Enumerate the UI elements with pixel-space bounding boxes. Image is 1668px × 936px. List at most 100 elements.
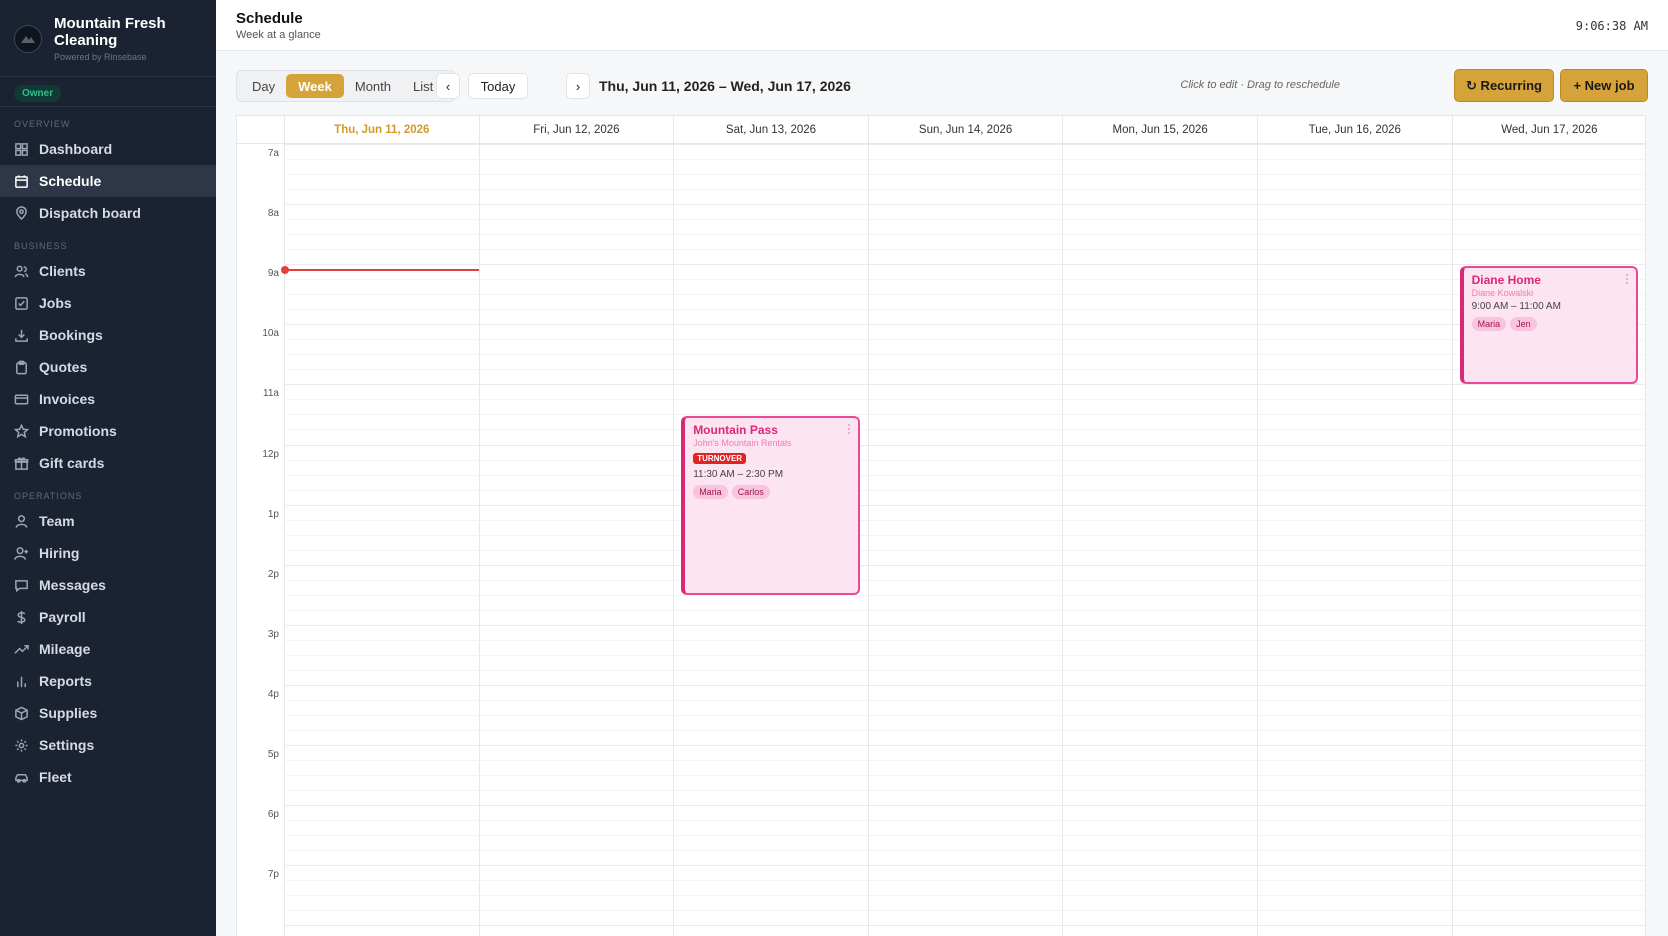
today-button[interactable]: Today <box>468 73 528 99</box>
sidebar-item-promotions[interactable]: Promotions <box>0 415 216 447</box>
date-range-label: Thu, Jun 11, 2026 – Wed, Jun 17, 2026 <box>599 78 851 94</box>
recurring-button[interactable]: ↻ Recurring <box>1454 69 1554 102</box>
sidebar-item-supplies[interactable]: Supplies <box>0 697 216 729</box>
hour-gridline <box>284 865 1645 867</box>
trending-up-icon <box>14 644 29 654</box>
new-job-button[interactable]: + New job <box>1560 69 1648 102</box>
hour-gridline <box>284 384 1645 386</box>
day-header: Tue, Jun 16, 2026 <box>1257 116 1452 144</box>
sidebar-item-messages[interactable]: Messages <box>0 569 216 601</box>
brand-name-line2: Cleaning <box>54 32 118 49</box>
hour-label: 2p <box>267 568 279 580</box>
prev-week-button[interactable]: ‹ <box>436 73 460 99</box>
day-header: Sun, Jun 14, 2026 <box>867 116 1063 144</box>
users-icon <box>14 265 29 277</box>
sidebar-item-jobs[interactable]: Jobs <box>0 287 216 319</box>
event-drag-handle-icon[interactable] <box>1626 274 1629 285</box>
sidebar-item-label: Mileage <box>39 641 91 657</box>
sidebar-item-clients[interactable]: Clients <box>0 255 216 287</box>
box-icon <box>15 706 28 720</box>
credit-card-icon <box>14 394 29 404</box>
quarter-hour-gridline <box>284 835 1645 837</box>
hour-gridline <box>284 684 1645 686</box>
quarter-hour-gridline <box>284 850 1645 852</box>
day-header: Wed, Jun 17, 2026 <box>1451 116 1645 144</box>
job-event[interactable]: Diane Home Diane Kowalski 9:00 AM – 11:00 … <box>1459 266 1639 385</box>
sidebar-item-quotes[interactable]: Quotes <box>0 351 216 383</box>
sidebar-item-label: Dashboard <box>39 141 113 157</box>
hour-gridline <box>284 745 1645 746</box>
event-drag-handle-icon[interactable] <box>847 424 850 435</box>
sidebar-item-invoices[interactable]: Invoices <box>0 383 216 415</box>
calendar-grid[interactable]: 7a 8a 9a 10a 11a 12p 1p 2p 3p 4p 5p 6p 7p Mountain Pa… <box>237 144 1645 936</box>
sidebar-item-dispatch-board[interactable]: Dispatch board <box>0 197 216 229</box>
clock: 9:06:38 AM <box>1575 19 1648 33</box>
quarter-hour-gridline <box>284 609 1645 611</box>
hour-label: 7a <box>267 148 279 159</box>
section-business: BUSINESS <box>14 241 68 251</box>
event-title: Mountain Pass <box>693 423 778 438</box>
next-week-button[interactable]: › <box>566 73 590 99</box>
quarter-hour-gridline <box>284 699 1645 701</box>
day-header: Fri, Jun 12, 2026 <box>478 116 674 144</box>
sidebar-item-label: Settings <box>39 737 95 753</box>
hour-label: 5p <box>267 749 279 760</box>
event-type-badge: TURNOVER <box>693 453 747 465</box>
job-event[interactable]: Mountain Pass John's Mountain Rentals TURN… <box>681 416 860 595</box>
sidebar-item-label: Team <box>39 513 75 529</box>
quarter-hour-gridline <box>284 790 1645 792</box>
event-client: John's Mountain Rentals <box>693 438 792 449</box>
staff-chip: Carlos <box>731 485 770 500</box>
sidebar-item-label: Payroll <box>39 609 86 625</box>
sidebar-item-bookings[interactable]: Bookings <box>0 319 216 351</box>
hour-label: 12p <box>262 448 279 460</box>
sidebar-item-mileage[interactable]: Mileage <box>0 633 216 665</box>
event-title: Diane Home <box>1471 273 1541 288</box>
calendar-toolbar: Day Week Month List ‹ Today › Thu, Jun 11, … <box>236 68 1648 104</box>
day-column-divider <box>1451 144 1453 936</box>
hour-gridline <box>284 204 1645 206</box>
page-subtitle: Week at a glance <box>236 29 321 41</box>
quarter-hour-gridline <box>284 729 1645 731</box>
dollar-icon <box>17 610 26 624</box>
view-month-button[interactable]: Month <box>344 74 402 98</box>
sidebar-item-schedule[interactable]: Schedule <box>0 165 216 197</box>
hour-label: 4p <box>267 688 279 700</box>
star-icon <box>14 423 29 438</box>
map-pin-icon <box>16 205 27 220</box>
quarter-hour-gridline <box>284 399 1645 401</box>
day-header: Thu, Jun 11, 2026 <box>284 116 479 144</box>
sidebar-item-fleet[interactable]: Fleet <box>0 761 216 793</box>
quarter-hour-gridline <box>284 714 1645 716</box>
section-operations: OPERATIONS <box>14 491 83 501</box>
quarter-hour-gridline <box>284 459 1645 461</box>
day-column-divider <box>478 144 480 936</box>
hour-label: 11a <box>263 388 279 400</box>
day-column-divider <box>1257 144 1258 936</box>
role-badge: Owner <box>14 85 62 102</box>
quarter-hour-gridline <box>284 159 1645 161</box>
sidebar-item-dashboard[interactable]: Dashboard <box>0 133 216 165</box>
sidebar-item-team[interactable]: Team <box>0 505 216 537</box>
hour-label: 10a <box>262 328 279 340</box>
hour-label: 9a <box>267 268 279 280</box>
staff-chip: Maria <box>1471 317 1507 332</box>
sidebar-item-payroll[interactable]: Payroll <box>0 601 216 633</box>
view-day-button[interactable]: Day <box>241 74 286 98</box>
sidebar-item-settings[interactable]: Settings <box>0 729 216 761</box>
grid-icon <box>15 142 28 156</box>
day-header: Mon, Jun 15, 2026 <box>1062 116 1257 144</box>
event-staff: Maria Jen <box>1471 317 1629 332</box>
day-header: Sat, Jun 13, 2026 <box>673 116 868 144</box>
hour-gridline <box>284 624 1645 626</box>
quarter-hour-gridline <box>284 760 1645 762</box>
hour-gridline <box>284 324 1645 326</box>
quarter-hour-gridline <box>284 429 1645 431</box>
sidebar-item-hiring[interactable]: Hiring <box>0 537 216 569</box>
sidebar-item-gift-cards[interactable]: Gift cards <box>0 447 216 479</box>
quarter-hour-gridline <box>284 820 1645 822</box>
sidebar-item-reports[interactable]: Reports <box>0 665 216 697</box>
day-column-divider <box>284 144 285 936</box>
quarter-hour-gridline <box>284 414 1645 416</box>
view-week-button[interactable]: Week <box>286 74 344 98</box>
